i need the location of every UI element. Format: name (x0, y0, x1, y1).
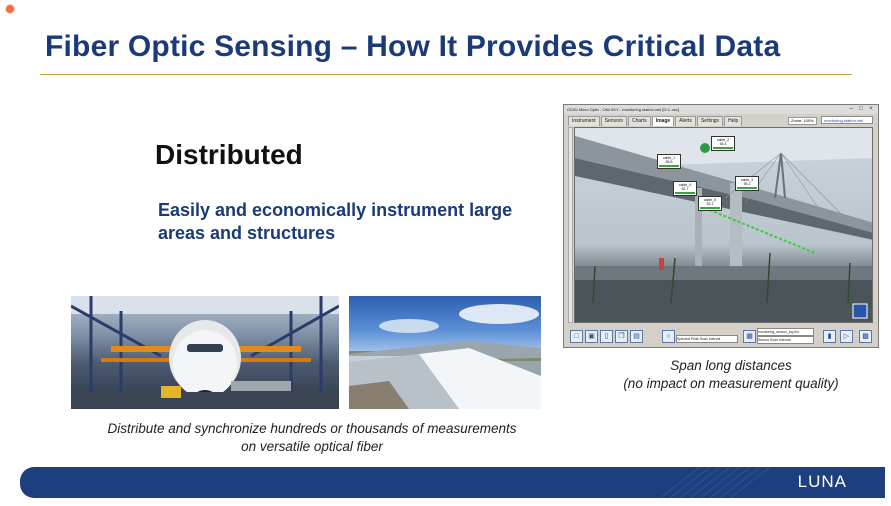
sensor-label-cable-3[interactable]: cable_3 55.2 (735, 176, 759, 191)
distributed-caption: Distribute and synchronize hundreds or t… (107, 421, 517, 454)
section-subtitle: Easily and economically instrument large… (158, 200, 513, 243)
app-bottom-toolbar: □ ▣ ▯ ❐ ▤ ○ Spectral Peak Scan Interval … (568, 327, 874, 345)
app-tab-bar: Instrument Sensors Charts Image Alerts S… (568, 116, 743, 126)
aircraft-hangar-photo (71, 296, 339, 409)
sensor-bar (675, 192, 695, 194)
sensor-value: 55.2 (743, 182, 751, 186)
document-icon[interactable]: ▯ (600, 330, 613, 343)
title-divider (40, 74, 852, 75)
span-caption-line2: (no impact on measurement quality) (623, 376, 839, 391)
open-folder-icon[interactable]: □ (570, 330, 583, 343)
slide-title: Fiber Optic Sensing – How It Provides Cr… (45, 30, 781, 63)
log-file-field[interactable]: monitoring_sensor_log.bin (757, 328, 814, 336)
sensor-value: 52.7 (681, 187, 689, 191)
record-indicator-icon (6, 5, 14, 13)
tab-charts[interactable]: Charts (627, 116, 651, 126)
log-file-icon[interactable]: ▦ (743, 330, 756, 343)
sensor-label-cable-5[interactable]: cable_5 53.1 (698, 196, 722, 211)
sensor-scan-interval-field[interactable]: Sensor Scan Interval (757, 336, 814, 344)
tab-alerts[interactable]: Alerts (675, 116, 696, 126)
sensor-bar (700, 207, 720, 209)
sensor-value: 55.8 (665, 160, 673, 164)
minimize-icon[interactable]: – (847, 106, 855, 113)
sensor-label-cable-1[interactable]: cable_1 55.8 (657, 154, 681, 169)
tab-instrument[interactable]: Instrument (568, 116, 600, 126)
sensor-label-cable-2[interactable]: cable_2 54.4 (711, 136, 735, 151)
dam-photo (349, 296, 541, 409)
zoom-level[interactable]: Zoom: 100% (788, 117, 817, 125)
image-icon[interactable]: ▤ (630, 330, 643, 343)
span-caption-line1: Span long distances (670, 358, 792, 373)
sensor-bar (659, 165, 679, 167)
scan-icon[interactable]: ○ (662, 330, 675, 343)
profile-dropdown[interactable]: monitoring-station.xml (821, 116, 873, 124)
sensor-bar (713, 147, 733, 149)
app-window-title: ODiSI Micro Optix - ONLSKY - monitoring … (567, 107, 679, 112)
spectral-scan-interval-field[interactable]: Spectral Peak Scan Interval (676, 335, 738, 343)
ruler-icon[interactable]: ▮ (823, 330, 836, 343)
tab-help[interactable]: Help (724, 116, 743, 126)
sensor-bar (737, 187, 757, 189)
tab-image[interactable]: Image (651, 116, 675, 126)
tab-settings[interactable]: Settings (696, 116, 724, 126)
footer-bar: LUNA (20, 467, 885, 498)
vertical-scrollbar[interactable] (568, 127, 573, 323)
section-heading: Distributed (155, 139, 303, 170)
sensing-software-window: ODiSI Micro Optix - ONLSKY - monitoring … (563, 104, 879, 348)
app-titlebar: ODiSI Micro Optix - ONLSKY - monitoring … (564, 105, 878, 114)
chart-icon[interactable]: ▩ (859, 330, 872, 343)
maximize-icon[interactable]: □ (857, 106, 865, 113)
luna-logo: LUNA (797, 472, 847, 491)
sensor-value: 53.1 (706, 202, 714, 206)
close-icon[interactable]: × (867, 106, 875, 113)
bridge-image-viewport: cable_1 55.8 cable_2 54.4 cable_4 52.7 c… (574, 127, 873, 323)
export-icon[interactable]: ▷ (840, 330, 853, 343)
sensor-value: 54.4 (719, 142, 727, 146)
tab-sensors[interactable]: Sensors (600, 116, 627, 126)
sensor-label-cable-4[interactable]: cable_4 52.7 (673, 181, 697, 196)
span-caption: Span long distances (no impact on measur… (590, 357, 872, 393)
save-icon[interactable]: ▣ (585, 330, 598, 343)
copy-icon[interactable]: ❐ (615, 330, 628, 343)
